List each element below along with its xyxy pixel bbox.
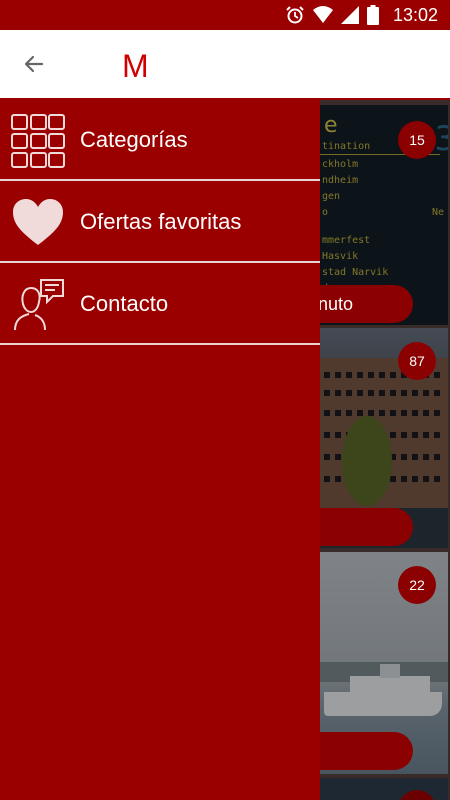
drawer-item-contacto[interactable]: Contacto <box>0 264 320 345</box>
offer-card[interactable]: e 3 tination ckholm ndheim gen o Ne mmer… <box>320 105 448 325</box>
offer-title-pill[interactable] <box>320 508 413 546</box>
navigation-drawer: Categorías Ofertas favoritas Contacto <box>0 100 320 800</box>
status-time: 13:02 <box>392 4 438 25</box>
offer-count-badge: 15 <box>398 121 436 159</box>
grid-icon <box>11 114 65 168</box>
drawer-item-ofertas-favoritas[interactable]: Ofertas favoritas <box>0 182 320 263</box>
offer-card[interactable]: 87 <box>320 328 448 548</box>
app-logo[interactable]: M <box>122 48 150 85</box>
offers-list: e 3 tination ckholm ndheim gen o Ne mmer… <box>320 100 450 800</box>
heart-icon <box>11 196 65 250</box>
drawer-item-label: Categorías <box>80 126 188 152</box>
drawer-item-categorias[interactable]: Categorías <box>0 100 320 181</box>
alarm-icon <box>285 5 305 25</box>
offer-title-pill[interactable] <box>320 732 413 770</box>
offer-count-badge: 22 <box>398 566 436 604</box>
contact-icon <box>11 278 65 332</box>
offer-title-pill[interactable]: nuto <box>320 285 413 323</box>
drawer-item-label: Ofertas favoritas <box>80 208 242 234</box>
drawer-item-label: Contacto <box>80 290 169 316</box>
status-bar: 13:02 <box>0 0 450 30</box>
offer-card[interactable] <box>320 778 448 800</box>
arrow-left-icon <box>22 52 46 81</box>
wifi-icon <box>312 6 333 24</box>
back-button[interactable] <box>18 50 50 82</box>
offer-count-badge: 87 <box>398 342 436 380</box>
app-bar: M <box>0 30 450 100</box>
battery-icon <box>366 5 379 25</box>
offer-card[interactable]: 22 <box>320 552 448 774</box>
offer-count-badge <box>398 790 436 800</box>
signal-icon <box>340 6 359 24</box>
